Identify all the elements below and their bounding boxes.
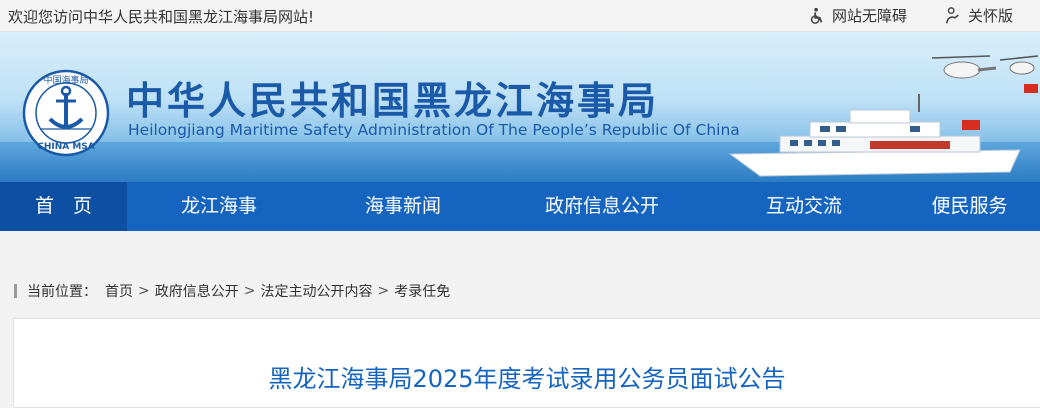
accessibility-link[interactable]: 网站无障碍 [808, 5, 907, 26]
nav-item-longjiang-msa[interactable]: 龙江海事 [127, 182, 311, 231]
nav-item-services[interactable]: 便民服务 [899, 182, 1040, 231]
breadcrumb-separator: > [243, 283, 256, 299]
breadcrumb: 当前位置： 首页 > 政府信息公开 > 法定主动公开内容 > 考录任免 [14, 281, 450, 301]
article-title: 黑龙江海事局2025年度考试录用公务员面试公告 [268, 365, 786, 393]
logo-bottom-text: CHINA MSA [37, 142, 95, 152]
breadcrumb-marker [14, 284, 17, 298]
breadcrumb-separator: > [377, 283, 390, 299]
breadcrumb-separator: > [138, 283, 150, 299]
article-panel: 黑龙江海事局2025年度考试录用公务员面试公告 [13, 318, 1040, 408]
breadcrumb-link-recruitment[interactable]: 考录任免 [394, 281, 450, 301]
helicopter-illustration [931, 55, 1039, 93]
elder-care-icon [945, 6, 959, 23]
site-title-en: Heilongjiang Maritime Safety Administrat… [128, 121, 740, 139]
breadcrumb-prefix: 当前位置： [27, 284, 97, 300]
content-area: 当前位置： 首页 > 政府信息公开 > 法定主动公开内容 > 考录任免 黑龙江海… [0, 231, 1040, 408]
patrol-ship-illustration [728, 94, 1021, 177]
site-banner: 中国海事局 CHINA MSA 中华人民共和国黑龙江海事局 Heilongjia… [0, 32, 1040, 182]
wheelchair-icon [810, 7, 823, 24]
top-bar: 欢迎您访问中华人民共和国黑龙江海事局网站! 网站无障碍 关怀版 [0, 0, 1040, 32]
care-mode-link[interactable]: 关怀版 [944, 5, 1013, 26]
breadcrumb-link-home[interactable]: 首页 [105, 281, 133, 301]
site-title-cn: 中华人民共和国黑龙江海事局 [126, 79, 660, 123]
welcome-text: 欢迎您访问中华人民共和国黑龙江海事局网站! [8, 8, 315, 26]
logo-top-text: 中国海事局 [43, 74, 88, 86]
nav-item-home[interactable]: 首 页 [0, 182, 127, 231]
breadcrumb-link-disclosure[interactable]: 法定主动公开内容 [260, 281, 372, 301]
nav-item-news[interactable]: 海事新闻 [311, 182, 495, 231]
accessibility-label: 网站无障碍 [832, 7, 908, 25]
nav-item-interaction[interactable]: 互动交流 [709, 182, 899, 231]
china-msa-logo: 中国海事局 CHINA MSA [22, 69, 110, 157]
main-nav: 首 页 龙江海事 海事新闻 政府信息公开 互动交流 便民服务 [0, 182, 1040, 231]
nav-item-gov-info[interactable]: 政府信息公开 [495, 182, 709, 231]
breadcrumb-link-gov-info[interactable]: 政府信息公开 [155, 281, 239, 301]
care-mode-label: 关怀版 [968, 7, 1014, 25]
